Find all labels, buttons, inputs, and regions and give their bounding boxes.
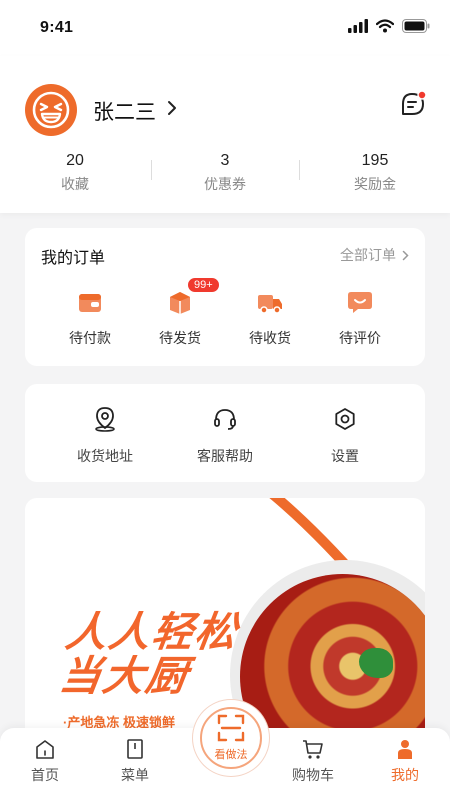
message-icon[interactable] (398, 90, 428, 120)
stat-divider (299, 160, 300, 180)
stat-value: 20 (66, 152, 84, 169)
order-pending-shipment[interactable]: 99+ 待发货 (135, 277, 225, 348)
status-time: 9:41 (40, 19, 74, 36)
orders-title: 我的订单 (41, 250, 106, 267)
status-icons (348, 19, 430, 33)
laughing-face-icon (32, 91, 70, 129)
cilantro-garnish-image (359, 648, 393, 678)
order-count-badge: 99+ (187, 277, 220, 293)
order-label: 待收货 (249, 330, 291, 346)
service-label: 客服帮助 (197, 448, 253, 464)
tab-label: 菜单 (121, 767, 149, 783)
tab-menu[interactable]: 菜单 (105, 738, 165, 785)
order-pending-review[interactable]: 待评价 (315, 288, 405, 348)
package-icon (170, 292, 190, 314)
battery-icon (402, 19, 430, 33)
cart-icon (303, 740, 323, 759)
services-row: 收货地址 客服帮助 设置 (25, 406, 425, 466)
scan-icon (217, 714, 245, 742)
stat-favorites[interactable]: 20 收藏 (0, 152, 150, 196)
order-status-row: 待付款 99+ 待发货 待收货 待评价 (25, 277, 425, 348)
wifi-icon (376, 19, 394, 33)
stat-value: 195 (361, 152, 389, 169)
stat-label: 奖励金 (354, 176, 396, 192)
service-label: 收货地址 (77, 448, 133, 464)
stat-coupons[interactable]: 3 优惠券 (150, 152, 300, 196)
stat-divider (151, 160, 152, 180)
banner-title-line1: 人人轻松 (62, 609, 242, 655)
tab-label: 首页 (31, 767, 59, 783)
service-help[interactable]: 客服帮助 (165, 406, 285, 466)
order-label: 待评价 (339, 330, 381, 346)
status-bar: 9:41 (0, 0, 450, 56)
user-icon (398, 740, 412, 759)
scan-recipe-button[interactable]: 看做法 (193, 700, 269, 776)
profile-card: 张二三 20 收藏 3 优惠券 195 奖励金 (0, 56, 450, 213)
stat-label: 收藏 (61, 176, 89, 192)
tab-label: 我的 (391, 767, 419, 783)
stat-rewards[interactable]: 195 奖励金 (300, 152, 450, 196)
headset-icon (214, 409, 236, 430)
home-icon (36, 740, 54, 759)
profile-stats: 20 收藏 3 优惠券 195 奖励金 (0, 152, 450, 196)
all-orders-link[interactable]: 全部订单 (340, 245, 409, 265)
tab-mine[interactable]: 我的 (375, 738, 435, 785)
service-label: 设置 (331, 448, 359, 464)
signal-icon (348, 19, 368, 33)
location-pin-icon (95, 407, 115, 432)
scan-label: 看做法 (214, 749, 248, 761)
avatar[interactable] (25, 84, 77, 136)
chevron-right-icon[interactable] (166, 98, 178, 118)
menu-book-icon (127, 739, 143, 759)
chevron-right-icon (402, 250, 409, 260)
stat-label: 优惠券 (204, 176, 246, 192)
review-icon (348, 292, 372, 313)
banner-title-line2: 当大厨 (56, 653, 193, 699)
order-pending-payment[interactable]: 待付款 (45, 288, 135, 348)
order-label: 待发货 (159, 330, 201, 346)
wallet-icon (79, 294, 101, 312)
order-pending-receipt[interactable]: 待收货 (225, 288, 315, 348)
orders-card: 我的订单 全部订单 待付款 99+ 待发货 待收货 待评价 (25, 228, 425, 366)
tab-label: 购物车 (292, 767, 334, 783)
tab-home[interactable]: 首页 (15, 738, 75, 785)
truck-icon (258, 295, 282, 314)
order-label: 待付款 (69, 330, 111, 346)
service-address[interactable]: 收货地址 (45, 406, 165, 466)
banner-title: 人人轻松 当大厨 (56, 609, 242, 699)
user-name[interactable]: 张二三 (93, 96, 156, 126)
tab-cart[interactable]: 购物车 (283, 738, 343, 785)
gear-icon (335, 408, 355, 430)
services-card: 收货地址 客服帮助 设置 (25, 384, 425, 482)
stat-value: 3 (220, 152, 230, 169)
service-settings[interactable]: 设置 (285, 406, 405, 466)
all-orders-label: 全部订单 (340, 247, 396, 263)
